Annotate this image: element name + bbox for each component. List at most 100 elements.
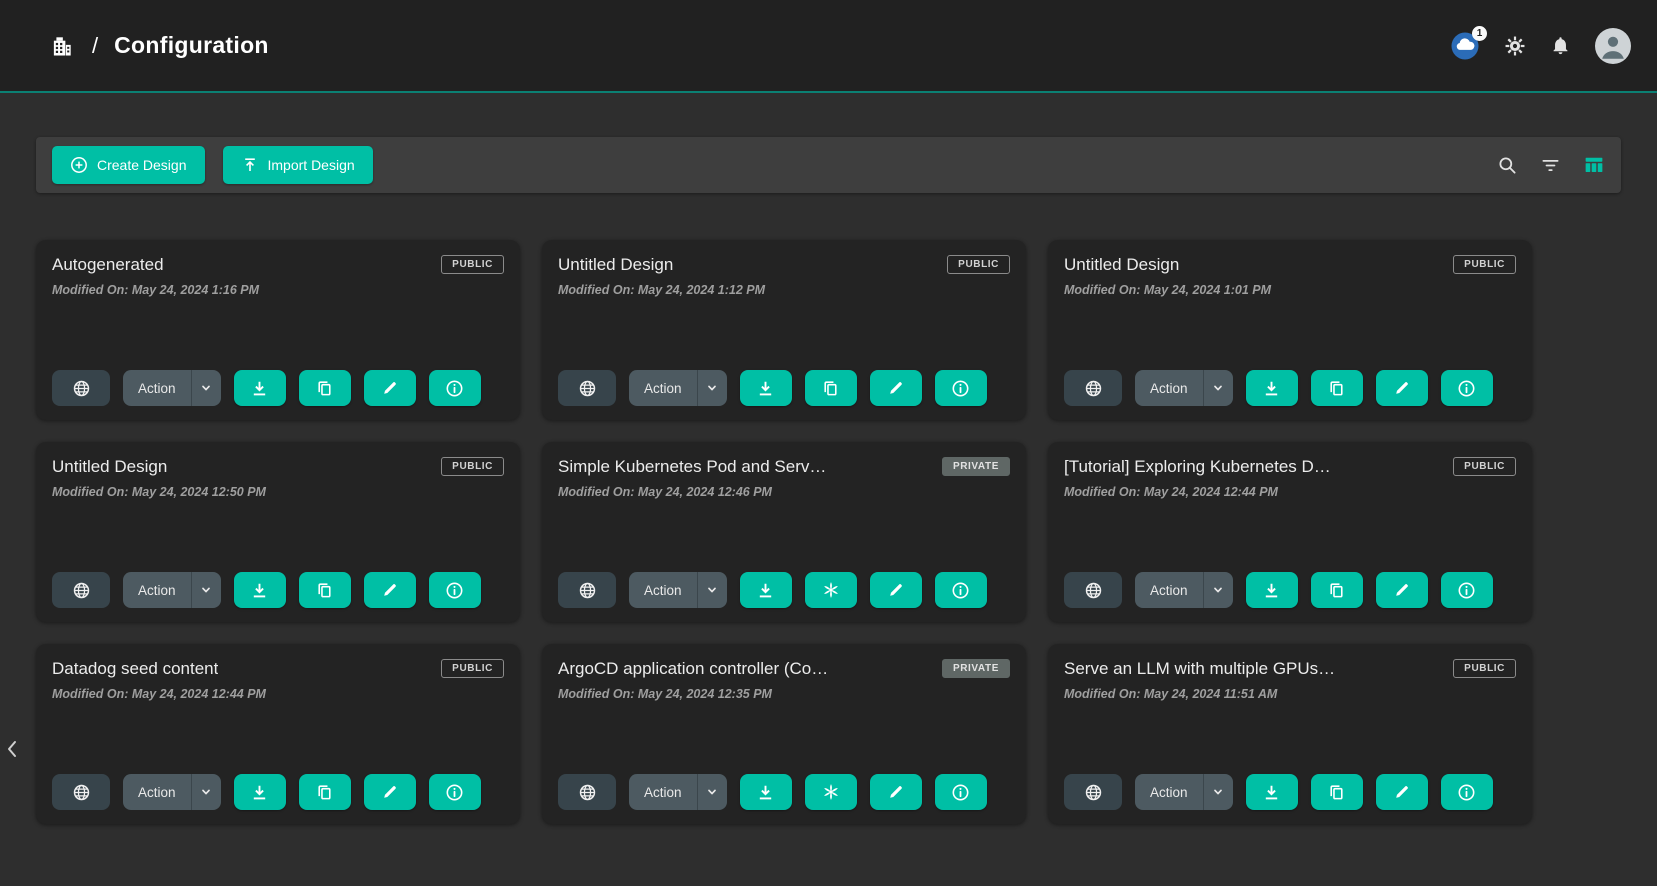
action-button[interactable]: Action — [1135, 370, 1203, 406]
visibility-globe-button[interactable] — [558, 370, 616, 406]
modified-timestamp: Modified On: May 24, 2024 12:44 PM — [52, 687, 504, 701]
action-dropdown-caret[interactable] — [697, 370, 727, 406]
visibility-globe-button[interactable] — [1064, 774, 1122, 810]
info-button[interactable] — [935, 774, 987, 810]
edit-button[interactable] — [870, 370, 922, 406]
action-button[interactable]: Action — [629, 572, 697, 608]
visibility-globe-button[interactable] — [1064, 370, 1122, 406]
action-dropdown-caret[interactable] — [191, 774, 221, 810]
modified-timestamp: Modified On: May 24, 2024 1:12 PM — [558, 283, 1010, 297]
edit-button[interactable] — [870, 774, 922, 810]
action-dropdown-caret[interactable] — [697, 774, 727, 810]
clone-button[interactable] — [805, 370, 857, 406]
app-header: / Configuration 1 — [0, 0, 1657, 93]
download-button[interactable] — [740, 572, 792, 608]
pencil-icon — [1393, 581, 1411, 599]
import-design-button[interactable]: Import Design — [223, 146, 373, 184]
info-icon — [1457, 379, 1476, 398]
edit-button[interactable] — [870, 572, 922, 608]
info-button[interactable] — [1441, 370, 1493, 406]
create-design-button[interactable]: Create Design — [52, 146, 205, 184]
clone-button[interactable] — [299, 774, 351, 810]
download-button[interactable] — [1246, 370, 1298, 406]
action-button[interactable]: Action — [629, 774, 697, 810]
download-button[interactable] — [1246, 774, 1298, 810]
settings-button[interactable] — [1504, 35, 1526, 57]
action-dropdown-caret[interactable] — [1203, 370, 1233, 406]
action-dropdown-caret[interactable] — [191, 370, 221, 406]
action-dropdown-caret[interactable] — [697, 572, 727, 608]
filter-button[interactable] — [1540, 155, 1561, 176]
design-spiral-button[interactable] — [805, 774, 857, 810]
user-avatar[interactable] — [1595, 28, 1631, 64]
visibility-globe-button[interactable] — [52, 774, 110, 810]
notifications-button[interactable] — [1550, 35, 1571, 56]
action-button[interactable]: Action — [123, 774, 191, 810]
pencil-icon — [887, 581, 905, 599]
globe-icon — [72, 379, 91, 398]
visibility-globe-button[interactable] — [52, 370, 110, 406]
copy-icon — [1327, 581, 1346, 600]
visibility-globe-button[interactable] — [1064, 572, 1122, 608]
design-spiral-icon — [821, 782, 841, 802]
clone-button[interactable] — [299, 572, 351, 608]
info-button[interactable] — [429, 370, 481, 406]
info-icon — [951, 783, 970, 802]
info-icon — [951, 379, 970, 398]
visibility-globe-button[interactable] — [558, 774, 616, 810]
download-button[interactable] — [234, 572, 286, 608]
visibility-globe-button[interactable] — [52, 572, 110, 608]
info-button[interactable] — [1441, 572, 1493, 608]
download-button[interactable] — [740, 370, 792, 406]
action-split-button: Action — [629, 370, 727, 406]
import-design-label: Import Design — [268, 157, 355, 173]
edit-button[interactable] — [1376, 572, 1428, 608]
download-icon — [1262, 379, 1281, 398]
design-spiral-button[interactable] — [805, 572, 857, 608]
download-button[interactable] — [1246, 572, 1298, 608]
edit-button[interactable] — [364, 572, 416, 608]
filter-icon — [1540, 155, 1561, 176]
table-view-button[interactable] — [1583, 154, 1605, 176]
edit-button[interactable] — [1376, 774, 1428, 810]
edit-button[interactable] — [364, 774, 416, 810]
clone-button[interactable] — [1311, 572, 1363, 608]
action-button[interactable]: Action — [1135, 572, 1203, 608]
visibility-globe-button[interactable] — [558, 572, 616, 608]
card-grid: Autogenerated PUBLIC Modified On: May 24… — [36, 240, 1657, 824]
edit-button[interactable] — [364, 370, 416, 406]
action-button[interactable]: Action — [123, 370, 191, 406]
chevron-left-icon — [4, 737, 20, 761]
action-dropdown-caret[interactable] — [191, 572, 221, 608]
clone-button[interactable] — [1311, 370, 1363, 406]
action-split-button: Action — [629, 774, 727, 810]
chevron-down-icon — [1211, 381, 1225, 395]
info-button[interactable] — [935, 370, 987, 406]
download-button[interactable] — [234, 774, 286, 810]
action-split-button: Action — [123, 774, 221, 810]
action-split-button: Action — [123, 370, 221, 406]
action-dropdown-caret[interactable] — [1203, 774, 1233, 810]
search-button[interactable] — [1497, 155, 1518, 176]
info-button[interactable] — [935, 572, 987, 608]
gear-icon — [1504, 35, 1526, 57]
bell-icon — [1550, 35, 1571, 56]
edit-button[interactable] — [1376, 370, 1428, 406]
clone-button[interactable] — [1311, 774, 1363, 810]
action-button[interactable]: Action — [629, 370, 697, 406]
action-button[interactable]: Action — [123, 572, 191, 608]
drawer-collapse-chevron[interactable] — [2, 735, 22, 763]
info-button[interactable] — [1441, 774, 1493, 810]
info-button[interactable] — [429, 572, 481, 608]
download-button[interactable] — [740, 774, 792, 810]
design-title: Autogenerated — [52, 255, 164, 275]
action-dropdown-caret[interactable] — [1203, 572, 1233, 608]
cloud-provider-button[interactable]: 1 — [1450, 31, 1480, 61]
notification-count-badge: 1 — [1472, 26, 1487, 41]
download-button[interactable] — [234, 370, 286, 406]
action-button[interactable]: Action — [1135, 774, 1203, 810]
clone-button[interactable] — [299, 370, 351, 406]
pencil-icon — [887, 783, 905, 801]
design-title: Datadog seed content — [52, 659, 218, 679]
info-button[interactable] — [429, 774, 481, 810]
